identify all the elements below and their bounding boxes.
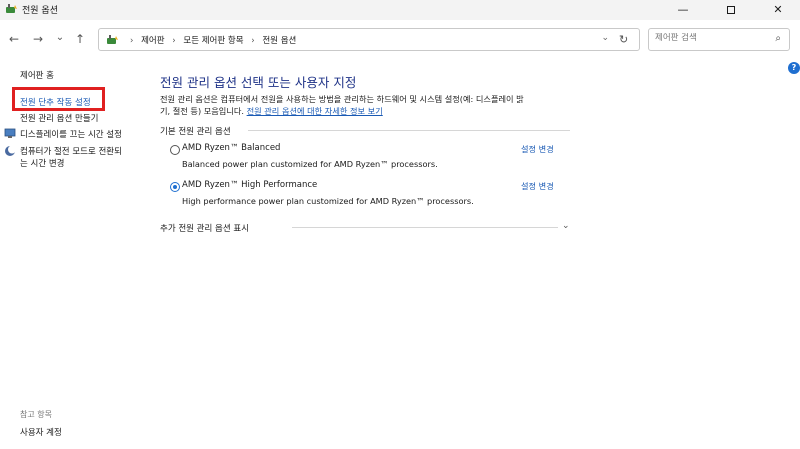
chevron-right-icon: › [130, 36, 134, 46]
maximize-icon [727, 6, 735, 14]
help-button[interactable]: ? [788, 62, 800, 74]
plan-description: High performance power plan customized f… [182, 196, 474, 206]
breadcrumb-all-items[interactable]: 모든 제어판 항목 [183, 36, 243, 46]
breadcrumb: › 제어판 › 모든 제어판 항목 › 전원 옵션 [125, 34, 296, 46]
maximize-button[interactable] [708, 0, 754, 20]
search-input[interactable] [655, 33, 765, 43]
section-divider [248, 130, 570, 131]
search-icon[interactable]: ⌕ [775, 33, 781, 44]
display-icon [4, 128, 16, 138]
forward-button[interactable]: → [30, 32, 46, 46]
sidebar-item-display-off-time[interactable]: 디스플레이를 끄는 시간 설정 [20, 128, 122, 140]
sidebar-item-power-button-settings[interactable]: 전원 단추 작동 설정 [20, 96, 91, 108]
refresh-button[interactable]: ↻ [619, 33, 628, 46]
close-button[interactable]: ✕ [755, 0, 800, 20]
sidebar-item-create-power-plan[interactable]: 전원 관리 옵션 만들기 [20, 112, 99, 124]
description-line: 전원 관리 옵션은 컴퓨터에서 전원을 사용하는 방법을 관리하는 하드웨어 및… [160, 94, 524, 104]
sidebar-item-label: 컴퓨터가 절전 모드로 전환되 [20, 147, 122, 157]
control-panel-icon [107, 35, 118, 44]
page-description: 전원 관리 옵션은 컴퓨터에서 전원을 사용하는 방법을 관리하는 하드웨어 및… [160, 94, 572, 117]
chevron-down-icon[interactable]: ⌄ [601, 33, 609, 43]
see-also-heading: 참고 항목 [20, 410, 52, 419]
breadcrumb-control-panel[interactable]: 제어판 [141, 36, 164, 46]
minimize-button[interactable]: — [660, 0, 706, 20]
search-box[interactable]: ⌕ [648, 28, 790, 51]
sidebar-item-sleep-time[interactable]: 컴퓨터가 절전 모드로 전환되 는 시간 변경 [20, 145, 122, 169]
address-bar[interactable]: › 제어판 › 모든 제어판 항목 › 전원 옵션 ⌄ [98, 28, 640, 51]
recent-locations-button[interactable]: ⌄ [52, 32, 68, 43]
description-line: 기, 절전 등) 모음입니다. 전원 관리 옵션에 대한 자세한 정보 보기 [160, 106, 572, 118]
sidebar-item-label: 는 시간 변경 [20, 159, 65, 169]
description-text: 기, 절전 등) 모음입니다. [160, 105, 247, 116]
up-button[interactable]: ↑ [72, 32, 88, 46]
back-button[interactable]: ← [6, 32, 22, 46]
control-panel-home-link[interactable]: 제어판 홈 [20, 69, 54, 81]
show-additional-plans-button[interactable]: 추가 전원 관리 옵션 표시 [160, 222, 249, 234]
sleep-moon-icon [5, 145, 16, 156]
section-divider [292, 227, 558, 228]
more-info-link[interactable]: 전원 관리 옵션에 대한 자세한 정보 보기 [247, 106, 383, 116]
page-title: 전원 관리 옵션 선택 또는 사용자 지정 [160, 75, 357, 90]
plan-name[interactable]: AMD Ryzen™ High Performance [182, 180, 317, 190]
plan-description: Balanced power plan customized for AMD R… [182, 159, 438, 169]
chevron-down-icon[interactable]: ⌄ [562, 221, 570, 231]
title-bar: 전원 옵션 — ✕ [0, 0, 800, 20]
plan-radio-balanced[interactable] [170, 145, 180, 155]
plan-radio-high-performance[interactable] [170, 182, 180, 192]
plan-name[interactable]: AMD Ryzen™ Balanced [182, 143, 280, 153]
window-title: 전원 옵션 [22, 6, 58, 16]
change-settings-link[interactable]: 설정 변경 [521, 143, 554, 155]
breadcrumb-power-options[interactable]: 전원 옵션 [262, 36, 296, 46]
user-accounts-link[interactable]: 사용자 계정 [20, 426, 62, 438]
section-heading: 기본 전원 관리 옵션 [160, 127, 231, 137]
change-settings-link[interactable]: 설정 변경 [521, 180, 554, 192]
chevron-right-icon: › [251, 36, 255, 46]
power-options-icon [6, 4, 17, 13]
chevron-right-icon: › [172, 36, 176, 46]
